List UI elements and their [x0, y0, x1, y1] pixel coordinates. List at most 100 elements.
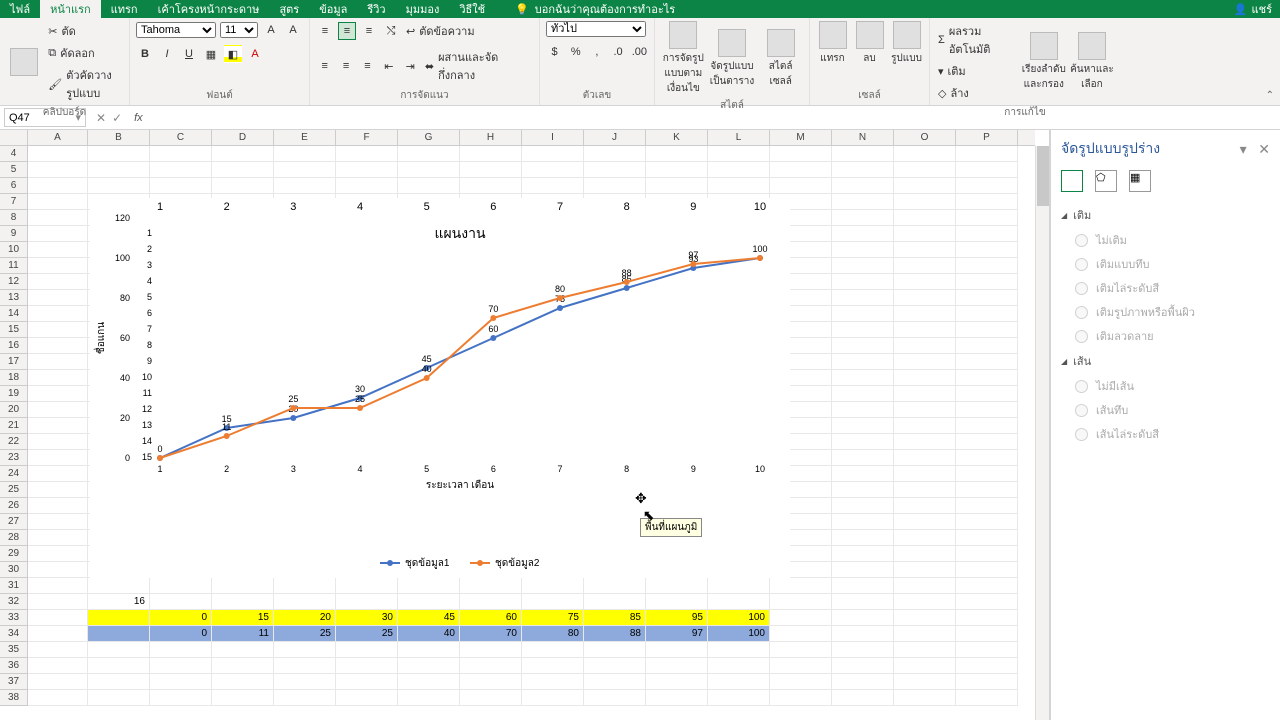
tab-มุมมอง[interactable]: มุมมอง: [396, 0, 450, 20]
tab-รีวิว[interactable]: รีวิว: [357, 0, 395, 20]
vertical-scrollbar[interactable]: [1035, 146, 1049, 720]
align-right-icon[interactable]: ≡: [359, 57, 376, 75]
tab-สูตร[interactable]: สูตร: [269, 0, 309, 20]
delete-cells-button[interactable]: ลบ: [853, 21, 886, 66]
format-table-button[interactable]: จัดรูปแบบเป็นตาราง: [710, 29, 755, 89]
underline-button[interactable]: U: [180, 45, 198, 63]
indent-dec-icon[interactable]: ⇤: [380, 57, 397, 75]
align-left-icon[interactable]: ≡: [316, 57, 333, 75]
svg-text:6: 6: [147, 308, 152, 318]
svg-text:6: 6: [490, 201, 496, 213]
tab-ไฟล์[interactable]: ไฟล์: [0, 0, 40, 20]
option-เติมแบบทึบ[interactable]: เติมแบบทึบ: [1061, 252, 1270, 276]
font-name-select[interactable]: Tahoma: [136, 22, 216, 38]
svg-text:9: 9: [690, 201, 696, 213]
clear-button[interactable]: ◇ล้าง: [936, 83, 1018, 103]
dec-decimal-icon[interactable]: .00: [631, 43, 648, 61]
svg-text:ชื่อแกน: ชื่อแกน: [93, 322, 107, 354]
fx-label[interactable]: fx: [128, 112, 149, 124]
svg-text:1: 1: [147, 228, 152, 238]
inc-decimal-icon[interactable]: .0: [610, 43, 627, 61]
section-เติม[interactable]: เติม: [1061, 202, 1270, 228]
font-color-button[interactable]: A: [246, 45, 264, 63]
fill-color-button[interactable]: ◧: [224, 45, 242, 63]
align-middle-icon[interactable]: ≡: [338, 22, 356, 40]
pane-options-icon[interactable]: ▾: [1240, 141, 1247, 157]
section-เส้น[interactable]: เส้น: [1061, 348, 1270, 374]
svg-text:4: 4: [357, 464, 362, 474]
user-icon: 👤: [1234, 3, 1248, 16]
find-select-button[interactable]: ค้นหาและเลือก: [1070, 32, 1114, 92]
share-label[interactable]: แชร์: [1252, 0, 1272, 18]
decrease-font-icon[interactable]: A: [284, 21, 302, 39]
svg-text:0: 0: [157, 444, 162, 454]
svg-text:30: 30: [355, 384, 365, 394]
insert-cells-button[interactable]: แทรก: [816, 21, 849, 66]
comma-icon[interactable]: ,: [588, 43, 605, 61]
size-tab-icon[interactable]: ▦: [1129, 170, 1151, 192]
tab-เค้าโครงหน้ากระดาษ[interactable]: เค้าโครงหน้ากระดาษ: [148, 0, 270, 20]
increase-font-icon[interactable]: A: [262, 21, 280, 39]
svg-text:5: 5: [147, 292, 152, 302]
select-all-corner[interactable]: [0, 130, 28, 146]
paste-button[interactable]: [6, 48, 42, 76]
indent-inc-icon[interactable]: ⇥: [402, 57, 419, 75]
font-size-select[interactable]: 11: [220, 22, 258, 38]
svg-text:11: 11: [222, 422, 231, 432]
option-เติมไล่ระดับสี[interactable]: เติมไล่ระดับสี: [1061, 276, 1270, 300]
group-number: ตัวเลข: [546, 86, 648, 103]
option-เติมรูปภาพหรือพื้นผิว[interactable]: เติมรูปภาพหรือพื้นผิว: [1061, 300, 1270, 324]
align-top-icon[interactable]: ≡: [316, 22, 334, 40]
number-format-select[interactable]: ทั่วไป: [546, 21, 646, 37]
tab-หน้าแรก[interactable]: หน้าแรก: [40, 0, 101, 20]
spreadsheet-area[interactable]: ABCDEFGHIJKLMNOP 45678910111213141516171…: [0, 130, 1050, 720]
sort-filter-button[interactable]: เรียงลำดับและกรอง: [1022, 32, 1066, 92]
format-cells-button[interactable]: รูปแบบ: [890, 21, 923, 66]
tab-แทรก[interactable]: แทรก: [101, 0, 148, 20]
svg-text:1: 1: [157, 464, 162, 474]
close-pane-icon[interactable]: ✕: [1258, 141, 1270, 157]
italic-button[interactable]: I: [158, 45, 176, 63]
lightbulb-icon: 💡: [515, 3, 529, 16]
svg-text:10: 10: [755, 464, 765, 474]
tab-ข้อมูล[interactable]: ข้อมูล: [309, 0, 357, 20]
option-เส้นทึบ[interactable]: เส้นทึบ: [1061, 398, 1270, 422]
cut-button[interactable]: ✂ตัด: [46, 21, 123, 41]
merge-button[interactable]: ⬌ผสานและจัดกึ่งกลาง: [423, 47, 533, 85]
row-headers[interactable]: 4567891011121314151617181920212223242526…: [0, 146, 28, 706]
svg-text:ระยะเวลา เดือน: ระยะเวลา เดือน: [426, 479, 494, 491]
column-headers[interactable]: ABCDEFGHIJKLMNOP: [28, 130, 1035, 146]
option-ไม่มีเส้น[interactable]: ไม่มีเส้น: [1061, 374, 1270, 398]
copy-button[interactable]: ⧉คัดลอก: [46, 43, 123, 63]
percent-icon[interactable]: %: [567, 43, 584, 61]
align-center-icon[interactable]: ≡: [337, 57, 354, 75]
currency-icon[interactable]: $: [546, 43, 563, 61]
border-button[interactable]: ▦: [202, 45, 220, 63]
svg-text:8: 8: [624, 464, 629, 474]
fill-button[interactable]: ▾เติม: [936, 61, 1018, 81]
svg-text:2: 2: [147, 244, 152, 254]
effects-tab-icon[interactable]: ⬠: [1095, 170, 1117, 192]
option-เส้นไล่ระดับสี[interactable]: เส้นไล่ระดับสี: [1061, 422, 1270, 446]
option-ไม่เติม[interactable]: ไม่เติม: [1061, 228, 1270, 252]
wrap-text-button[interactable]: ↩ตัดข้อความ: [404, 21, 477, 41]
tab-วิธีใช้[interactable]: วิธีใช้: [449, 0, 495, 20]
tell-me[interactable]: 💡 บอกฉันว่าคุณต้องการทําอะไร: [515, 0, 675, 18]
scroll-thumb[interactable]: [1037, 146, 1049, 206]
align-bottom-icon[interactable]: ≡: [360, 22, 378, 40]
svg-text:80: 80: [555, 284, 565, 294]
group-styles: สไตล์: [661, 96, 803, 113]
cell-styles-button[interactable]: สไตล์เซลล์: [758, 29, 803, 89]
autosum-button[interactable]: Σผลรวมอัตโนมัติ: [936, 21, 1018, 59]
orientation-icon[interactable]: ⤭: [382, 22, 400, 40]
format-painter-button[interactable]: 🖌ตัวคัดวางรูปแบบ: [46, 65, 123, 103]
svg-text:88: 88: [622, 268, 632, 278]
bold-button[interactable]: B: [136, 45, 154, 63]
svg-text:12: 12: [142, 404, 152, 414]
collapse-ribbon-icon[interactable]: ⌃: [1266, 90, 1274, 101]
fill-line-tab-icon[interactable]: [1061, 170, 1083, 192]
option-เติมลวดลาย[interactable]: เติมลวดลาย: [1061, 324, 1270, 348]
svg-text:1: 1: [157, 201, 163, 213]
cond-format-button[interactable]: การจัดรูปแบบตามเงื่อนไข: [661, 21, 706, 96]
svg-text:8: 8: [147, 340, 152, 350]
